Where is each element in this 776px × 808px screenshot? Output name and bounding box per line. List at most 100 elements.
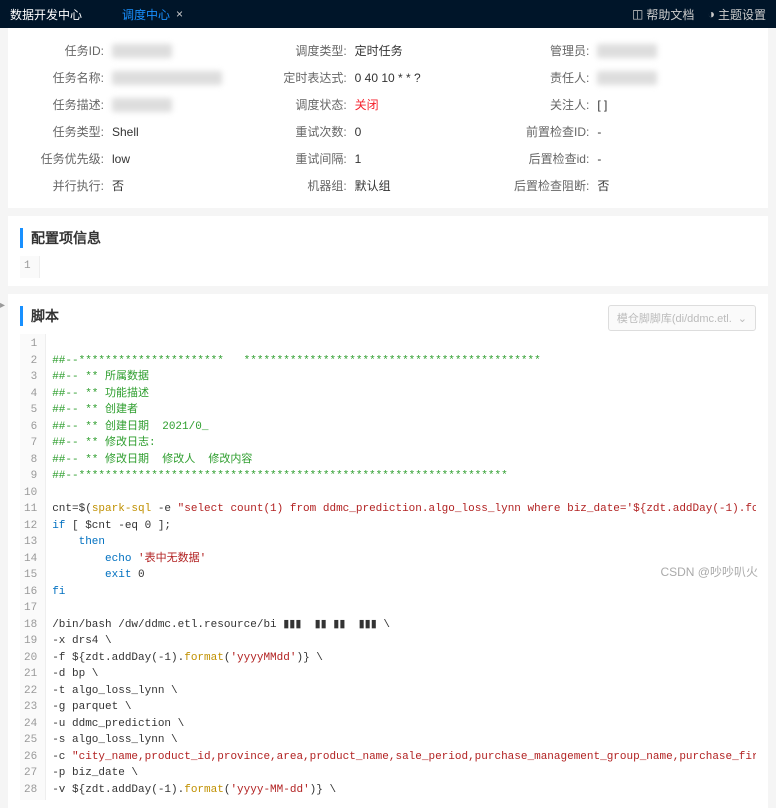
- info-value: [597, 44, 657, 58]
- theme-link[interactable]: ◑ 主题设置: [708, 6, 766, 23]
- info-value: 1: [355, 152, 362, 166]
- script-editor[interactable]: 1234567891011121314151617181920212223242…: [20, 334, 756, 800]
- close-icon[interactable]: ×: [176, 7, 183, 21]
- code-line: ##-- ** 创建日期 2021/0_: [52, 419, 750, 436]
- info-label: 并行执行:: [24, 177, 104, 194]
- chevron-down-icon: ⌄: [738, 312, 747, 325]
- code-line: ##-- ** 创建者: [52, 402, 750, 419]
- info-value: 默认组: [355, 177, 391, 194]
- code-line: then: [52, 534, 750, 551]
- info-label: 任务优先级:: [24, 150, 104, 167]
- info-value: 0 40 10 * * ?: [355, 71, 421, 85]
- info-item: 任务类型: Shell: [24, 123, 267, 140]
- info-item: 责任人:: [509, 69, 752, 86]
- code-line: -s algo_loss_lynn \: [52, 732, 750, 749]
- code-line: -u ddmc_prediction \: [52, 716, 750, 733]
- code-line: if [ $cnt -eq 0 ];: [52, 518, 750, 535]
- theme-icon: ◑: [708, 7, 715, 21]
- info-value: [112, 71, 222, 85]
- info-item: 机器组: 默认组: [267, 177, 510, 194]
- info-item: 重试间隔: 1: [267, 150, 510, 167]
- help-link[interactable]: ◫ 帮助文档: [632, 6, 694, 23]
- code-line: ##--********************** *************…: [52, 353, 750, 370]
- info-value: 否: [112, 177, 124, 194]
- info-item: 关注人: [ ]: [509, 96, 752, 113]
- info-label: 管理员:: [509, 42, 589, 59]
- info-label: 关注人:: [509, 96, 589, 113]
- info-label: 任务ID:: [24, 42, 104, 59]
- info-label: 前置检查ID:: [509, 123, 589, 140]
- code-gutter: 1234567891011121314151617181920212223242…: [20, 334, 46, 800]
- topbar: 数据开发中心 调度中心 × ◫ 帮助文档 ◑ 主题设置: [0, 0, 776, 28]
- info-label: 任务类型:: [24, 123, 104, 140]
- code-line: -x drs4 \: [52, 633, 750, 650]
- info-label: 调度状态:: [267, 96, 347, 113]
- info-item: 任务名称:: [24, 69, 267, 86]
- info-item: 任务描述:: [24, 96, 267, 113]
- info-item: 管理员:: [509, 42, 752, 59]
- info-item: 前置检查ID:-: [509, 123, 752, 140]
- info-label: 定时表达式:: [267, 69, 347, 86]
- info-item: 调度类型:定时任务: [267, 42, 510, 59]
- info-label: 任务描述:: [24, 96, 104, 113]
- app-title: 数据开发中心: [10, 6, 82, 23]
- info-item: 任务ID:: [24, 42, 267, 59]
- theme-label: 主题设置: [718, 6, 766, 23]
- script-section: 脚本 模仓脚脚库(di/ddmc.etl. ⌄ 1234567891011121…: [8, 294, 768, 808]
- code-line: -g parquet \: [52, 699, 750, 716]
- code-line: ##-- ** 修改日志:: [52, 435, 750, 452]
- code-line: ##-- ** 所属数据: [52, 369, 750, 386]
- code-line: [52, 600, 750, 617]
- config-gutter: 1: [20, 256, 40, 278]
- help-label: 帮助文档: [646, 6, 694, 23]
- tab-label: 调度中心: [122, 6, 170, 23]
- selector-placeholder: 模仓脚脚库(di/ddmc.etl.: [617, 310, 732, 326]
- info-label: 重试次数:: [267, 123, 347, 140]
- info-value: 0: [355, 125, 362, 139]
- config-section: 配置项信息 1: [8, 216, 768, 286]
- info-label: 后置检查阻断:: [509, 177, 589, 194]
- code-line: -f ${zdt.addDay(-1).format('yyyyMMdd')} …: [52, 650, 750, 667]
- code-body[interactable]: ##--********************** *************…: [46, 334, 756, 800]
- info-value: -: [597, 125, 601, 139]
- info-value: [597, 71, 657, 85]
- code-line: echo '表中无数据': [52, 551, 750, 568]
- task-info-card: 任务ID: 调度类型:定时任务管理员: 任务名称:定时表达式: 0 40 10 * *…: [8, 28, 768, 208]
- info-value: 否: [597, 177, 609, 194]
- code-line: -c "city_name,product_id,province,area,p…: [52, 749, 750, 766]
- code-line: ##-- ** 修改日期 修改人 修改内容: [52, 452, 750, 469]
- code-line: -d bp \: [52, 666, 750, 683]
- help-icon: ◫: [632, 7, 643, 21]
- code-line: [52, 336, 750, 353]
- expand-handle-icon[interactable]: ▸: [0, 300, 5, 311]
- info-label: 机器组:: [267, 177, 347, 194]
- info-item: 任务优先级: low: [24, 150, 267, 167]
- info-value: [ ]: [597, 98, 607, 112]
- code-line: ##--************************************…: [52, 468, 750, 485]
- code-line: -v ${zdt.addDay(-1).format('yyyy-MM-dd')…: [52, 782, 750, 799]
- code-line: exit 0: [52, 567, 750, 584]
- info-item: 并行执行: 否: [24, 177, 267, 194]
- code-line: cnt=$(spark-sql -e "select count(1) from…: [52, 501, 750, 518]
- info-value: [112, 44, 172, 58]
- script-repo-selector[interactable]: 模仓脚脚库(di/ddmc.etl. ⌄: [608, 305, 756, 331]
- info-label: 调度类型:: [267, 42, 347, 59]
- info-value: -: [597, 152, 601, 166]
- config-editor[interactable]: [40, 256, 756, 278]
- info-label: 重试间隔:: [267, 150, 347, 167]
- info-item: 调度状态:关闭: [267, 96, 510, 113]
- info-value: Shell: [112, 125, 139, 139]
- script-section-title: 脚本: [20, 306, 59, 326]
- info-label: 后置检查id:: [509, 150, 589, 167]
- info-value: [112, 98, 172, 112]
- tab-scheduler[interactable]: 调度中心 ×: [122, 6, 183, 23]
- code-line: /bin/bash /dw/ddmc.etl.resource/bi ▮▮▮ ▮…: [52, 617, 750, 634]
- config-section-title: 配置项信息: [20, 228, 756, 248]
- code-line: [52, 485, 750, 502]
- info-value: low: [112, 152, 130, 166]
- info-item: 定时表达式: 0 40 10 * * ?: [267, 69, 510, 86]
- code-line: -t algo_loss_lynn \: [52, 683, 750, 700]
- info-item: 后置检查阻断: 否: [509, 177, 752, 194]
- code-line: fi: [52, 584, 750, 601]
- code-line: ##-- ** 功能描述: [52, 386, 750, 403]
